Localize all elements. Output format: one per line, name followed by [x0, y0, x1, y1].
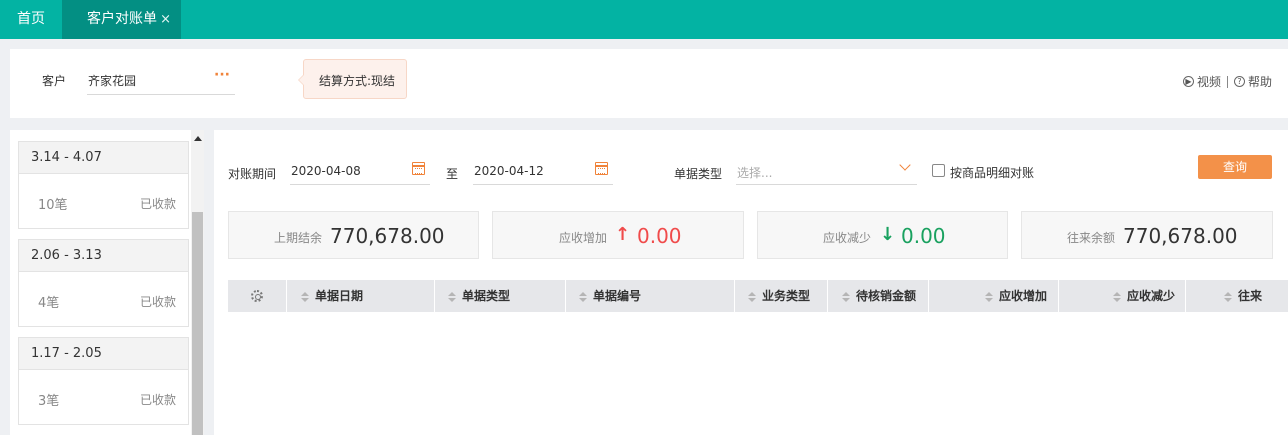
- stat-opening: 上期结余 770,678.00: [228, 211, 479, 259]
- customer-bar: 客户 齐家花园 ··· 结算方式:现结 ▶ 视频 ? 帮助: [10, 49, 1288, 118]
- column-label: 往来: [1238, 289, 1263, 303]
- column-header[interactable]: 往来: [1186, 280, 1288, 312]
- play-icon: ▶: [1182, 76, 1194, 87]
- column-header[interactable]: 应收减少: [1059, 280, 1186, 312]
- settlement-tooltip: 结算方式:现结: [298, 59, 407, 99]
- tab-label: 客户对账单: [87, 11, 157, 27]
- scrollbar-thumb[interactable]: [192, 212, 203, 435]
- settlement-text: 结算方式:现结: [319, 74, 396, 88]
- calendar-icon[interactable]: [595, 162, 608, 175]
- main-panel: 对账期间 2020-04-08 至 2020-04-12 单据类型 选择... …: [214, 130, 1288, 435]
- more-icon[interactable]: ···: [214, 67, 230, 83]
- stat-increase: 应收增加 ↑ 0.00: [492, 211, 744, 259]
- sort-icon[interactable]: [841, 291, 850, 302]
- customer-label: 客户: [42, 74, 67, 88]
- gear-icon[interactable]: [251, 290, 263, 302]
- top-tab-bar: 首页 客户对账单 ×: [0, 0, 1288, 39]
- end-date-value: 2020-04-12: [474, 164, 544, 178]
- sort-icon[interactable]: [448, 291, 456, 302]
- period-card[interactable]: 3.14 - 4.07 10笔 已收款: [18, 141, 189, 229]
- table-header: 单据日期 单据类型 单据编号 业务类型 待核销金额 应收增加 应收减少 往来: [228, 280, 1288, 312]
- sort-icon[interactable]: [579, 291, 587, 302]
- stat-value: 0.00: [637, 224, 682, 248]
- doc-type-label: 单据类型: [674, 167, 723, 181]
- doc-type-placeholder: 选择...: [737, 166, 773, 180]
- column-label: 应收增加: [998, 289, 1047, 303]
- period-status: 已收款: [139, 197, 176, 211]
- video-link[interactable]: 视频: [1197, 73, 1221, 90]
- column-header[interactable]: 单据编号: [566, 280, 735, 312]
- column-label: 单据日期: [315, 289, 364, 303]
- sort-icon[interactable]: [1112, 291, 1121, 302]
- sort-icon[interactable]: [1224, 291, 1232, 302]
- help-link[interactable]: 帮助: [1248, 73, 1272, 90]
- period-range: 2.06 - 3.13: [19, 240, 188, 272]
- stat-label: 应收减少: [823, 231, 872, 245]
- column-label: 单据编号: [593, 289, 642, 303]
- period-label: 对账期间: [228, 167, 277, 181]
- column-header[interactable]: 单据日期: [287, 280, 435, 312]
- stat-balance: 往来余额 770,678.00: [1021, 211, 1273, 259]
- period-count: 4笔: [38, 296, 60, 311]
- tab-customer-statement[interactable]: 客户对账单 ×: [62, 0, 181, 39]
- arrow-up-icon: ↑: [615, 224, 631, 245]
- column-settings[interactable]: [228, 280, 287, 312]
- stat-value: 770,678.00: [330, 224, 445, 248]
- stat-decrease: 应收减少 ↓ 0.00: [757, 211, 1008, 259]
- scroll-up-icon[interactable]: [194, 136, 202, 141]
- period-card[interactable]: 2.06 - 3.13 4笔 已收款: [18, 239, 189, 327]
- detail-checkbox[interactable]: [932, 164, 945, 177]
- period-status: 已收款: [139, 393, 176, 407]
- period-range: 1.17 - 2.05: [19, 338, 188, 370]
- tab-home[interactable]: 首页: [0, 0, 62, 39]
- divider: [1226, 75, 1228, 88]
- customer-input[interactable]: 齐家花园 ···: [87, 65, 235, 95]
- stat-label: 往来余额: [1067, 231, 1116, 245]
- column-header[interactable]: 业务类型: [735, 280, 828, 312]
- period-count: 3笔: [38, 394, 60, 409]
- sort-icon[interactable]: [301, 291, 309, 302]
- column-label: 待核销金额: [855, 289, 916, 303]
- period-status: 已收款: [139, 295, 176, 309]
- scrollbar[interactable]: [191, 130, 204, 435]
- close-icon[interactable]: ×: [160, 0, 171, 39]
- top-links: ▶ 视频 ? 帮助: [1182, 73, 1272, 90]
- period-count: 10笔: [38, 198, 68, 213]
- detail-checkbox-label[interactable]: 按商品明细对账: [950, 164, 1034, 181]
- sort-icon[interactable]: [747, 291, 756, 302]
- column-header[interactable]: 单据类型: [435, 280, 566, 312]
- stat-value: 0.00: [901, 224, 946, 248]
- sort-icon[interactable]: [984, 291, 993, 302]
- end-date-input[interactable]: 2020-04-12: [473, 157, 613, 185]
- stat-label: 应收增加: [559, 231, 608, 245]
- column-label: 业务类型: [761, 289, 810, 303]
- to-label: 至: [446, 167, 459, 181]
- customer-value: 齐家花园: [88, 74, 137, 88]
- period-card[interactable]: 1.17 - 2.05 3笔 已收款: [18, 337, 189, 425]
- column-header[interactable]: 应收增加: [929, 280, 1059, 312]
- period-range: 3.14 - 4.07: [19, 142, 188, 174]
- chevron-down-icon[interactable]: [899, 159, 911, 171]
- start-date-value: 2020-04-08: [291, 164, 361, 178]
- start-date-input[interactable]: 2020-04-08: [290, 157, 430, 185]
- calendar-icon[interactable]: [412, 162, 425, 175]
- query-button[interactable]: 查询: [1198, 155, 1272, 179]
- arrow-down-icon: ↓: [880, 224, 896, 245]
- period-list-panel: 3.14 - 4.07 10笔 已收款 2.06 - 3.13 4笔 已收款 1…: [10, 130, 204, 435]
- column-header[interactable]: 待核销金额: [828, 280, 929, 312]
- stat-value: 770,678.00: [1123, 224, 1238, 248]
- help-icon: ?: [1233, 76, 1245, 87]
- doc-type-select[interactable]: 选择...: [736, 157, 917, 185]
- column-label: 单据类型: [462, 289, 511, 303]
- column-label: 应收减少: [1126, 289, 1175, 303]
- stat-label: 上期结余: [274, 231, 323, 245]
